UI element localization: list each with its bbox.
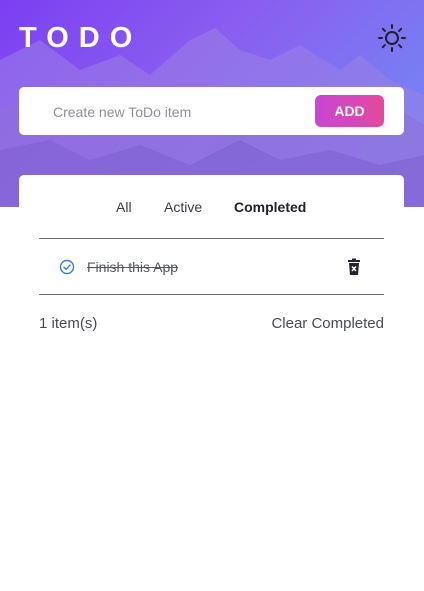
app-title: TODO (19, 22, 143, 54)
checked-circle-icon[interactable] (59, 259, 75, 275)
trash-icon[interactable] (346, 258, 362, 276)
filter-tabs: All Active Completed (19, 199, 404, 219)
todo-item: Finish this App (39, 239, 384, 294)
tab-all[interactable]: All (116, 199, 132, 215)
divider-bottom (39, 294, 384, 295)
todo-item-text: Finish this App (87, 259, 179, 275)
tab-completed[interactable]: Completed (234, 199, 306, 215)
items-left-count: 1 item(s) (39, 315, 98, 332)
theme-toggle-button[interactable] (377, 23, 407, 53)
sun-icon (378, 24, 406, 52)
new-todo-input[interactable] (51, 99, 315, 125)
new-todo-card: ADD (19, 87, 404, 135)
todo-list-card: All Active Completed Finish this App 1 i… (19, 175, 404, 365)
add-button[interactable]: ADD (315, 95, 384, 127)
tab-active[interactable]: Active (164, 199, 202, 215)
clear-completed-button[interactable]: Clear Completed (271, 315, 384, 332)
